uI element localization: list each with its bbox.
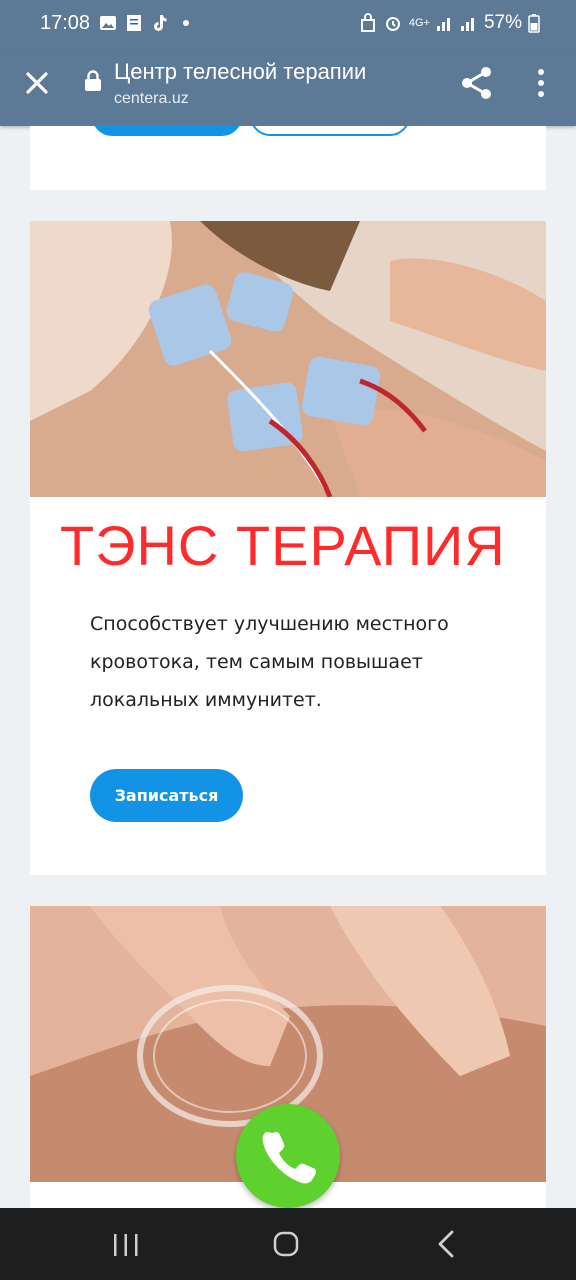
- previous-secondary-button[interactable]: [250, 126, 410, 136]
- dot-icon: [183, 20, 189, 26]
- network-type: 4G+: [408, 17, 430, 29]
- page-content[interactable]: ТЭНС ТЕРАПИЯ Способствует улучшению мест…: [0, 126, 576, 1208]
- alarm-lock-icon: [360, 13, 375, 32]
- more-vert-icon[interactable]: [528, 66, 554, 100]
- recent-apps-icon[interactable]: [106, 1224, 146, 1264]
- system-nav-bar: [0, 1208, 576, 1280]
- tens-therapy-card: ТЭНС ТЕРАПИЯ Способствует улучшению мест…: [30, 221, 546, 875]
- notification-icons: [98, 13, 196, 33]
- status-time: 17:08: [40, 12, 91, 34]
- battery-icon: [528, 14, 540, 33]
- share-icon[interactable]: [458, 64, 496, 102]
- previous-primary-button[interactable]: [92, 126, 242, 136]
- home-icon[interactable]: [266, 1224, 306, 1264]
- status-bar: 17:08 4G+ 57%: [0, 0, 576, 50]
- book-button[interactable]: Записаться: [90, 769, 243, 822]
- signal-icon-2: [460, 18, 474, 31]
- close-icon[interactable]: [20, 66, 54, 100]
- lock-icon: [85, 70, 101, 91]
- page-title: Центр телесной терапии: [114, 59, 367, 84]
- page-url[interactable]: centera.uz: [114, 90, 189, 108]
- phone-icon: [262, 1131, 317, 1184]
- battery-percent: 57%: [483, 12, 522, 33]
- system-icons: 4G+ 57%: [359, 12, 540, 34]
- tens-therapy-image: [30, 221, 546, 497]
- call-button[interactable]: [236, 1104, 340, 1208]
- tens-title: ТЭНС ТЕРАПИЯ: [60, 514, 506, 577]
- alarm-icon: [385, 17, 400, 31]
- signal-icon: [436, 18, 450, 31]
- tens-photo: [30, 221, 546, 497]
- gallery-icon: [100, 16, 116, 30]
- back-icon[interactable]: [428, 1224, 468, 1264]
- document-icon: [127, 15, 141, 31]
- previous-card: [30, 126, 546, 190]
- tens-description: Способствует улучшению местного кровоток…: [90, 613, 449, 711]
- browser-toolbar: Центр телесной терапии centera.uz: [0, 50, 576, 126]
- tiktok-icon: [154, 15, 167, 31]
